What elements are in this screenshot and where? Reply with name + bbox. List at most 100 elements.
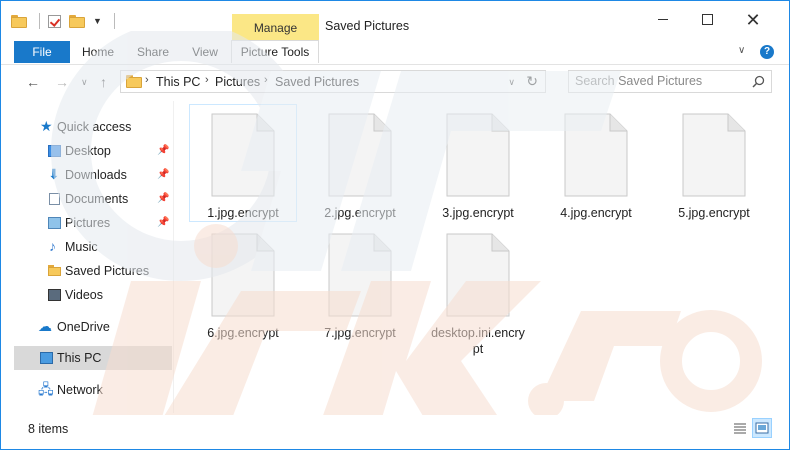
nav-item-network[interactable]: 🖧 Network — [14, 379, 172, 401]
file-name: 1.jpg.encrypt — [207, 206, 279, 220]
recent-locations-icon[interactable]: ∨ — [81, 77, 88, 88]
nav-item-label: Pictures — [65, 216, 111, 230]
tab-share[interactable]: Share — [134, 41, 172, 63]
nav-item-music[interactable]: ♪ Music — [14, 236, 172, 258]
manage-tab[interactable]: Manage — [232, 14, 319, 40]
breadcrumb-pictures[interactable]: Pictures — [215, 75, 260, 89]
minimize-button[interactable] — [640, 9, 686, 31]
file-item[interactable]: desktop.ini.encrypt — [425, 225, 531, 356]
file-icon — [446, 233, 510, 317]
star-icon: ★ — [40, 118, 53, 134]
ribbon-tabs: File Home Share View Picture Tools ∨ ? — [1, 40, 789, 65]
up-arrow-icon[interactable]: ↑ — [100, 74, 107, 90]
file-name: 5.jpg.encrypt — [678, 206, 750, 220]
quick-access-toolbar: ▼ — [11, 13, 115, 29]
nav-item-onedrive[interactable]: ☁ OneDrive — [14, 316, 172, 338]
file-item[interactable]: 3.jpg.encrypt — [425, 105, 531, 221]
tab-view[interactable]: View — [186, 41, 224, 63]
nav-item-desktop[interactable]: Desktop 📌 — [14, 140, 172, 162]
file-item[interactable]: 7.jpg.encrypt — [307, 225, 413, 341]
download-icon: ⬇ — [48, 166, 60, 182]
folder-icon — [48, 265, 61, 277]
nav-item-label: Saved Pictures — [65, 264, 150, 278]
title-bar: ▼ Manage Saved Pictures ✕ — [1, 1, 789, 40]
tab-home[interactable]: Home — [77, 41, 119, 63]
search-input[interactable] — [575, 74, 745, 88]
nav-item-label: Downloads — [65, 168, 127, 182]
videos-icon — [48, 289, 61, 301]
cloud-icon: ☁ — [38, 318, 52, 334]
file-icon — [328, 113, 392, 197]
nav-item-label: Quick access — [57, 120, 132, 134]
refresh-icon[interactable]: ↻ — [526, 73, 538, 90]
search-icon[interactable] — [752, 75, 765, 88]
desktop-icon — [48, 145, 61, 157]
tab-file[interactable]: File — [14, 41, 70, 63]
nav-item-label: Desktop — [65, 144, 111, 158]
nav-quick-access[interactable]: ★ Quick access — [14, 116, 172, 138]
nav-item-videos[interactable]: Videos — [14, 284, 172, 306]
file-item[interactable]: 4.jpg.encrypt — [543, 105, 649, 221]
file-item[interactable]: 5.jpg.encrypt — [661, 105, 767, 221]
file-name: 2.jpg.encrypt — [324, 206, 396, 220]
nav-item-label: Music — [65, 240, 98, 254]
folder-icon — [126, 75, 142, 88]
maximize-button[interactable] — [684, 9, 730, 31]
file-name: 7.jpg.encrypt — [324, 326, 396, 340]
documents-icon — [49, 193, 60, 205]
nav-item-label: This PC — [57, 351, 102, 365]
address-bar[interactable]: › This PC › Pictures › Saved Pictures ∨ … — [120, 70, 546, 93]
explorer-window: ▼ Manage Saved Pictures ✕ File Home Shar… — [0, 0, 790, 450]
file-list: 1.jpg.encrypt 2.jpg.encrypt 3.jpg.encrypt 4… — [174, 101, 789, 413]
help-icon[interactable]: ? — [760, 45, 774, 59]
forward-arrow-icon[interactable]: → — [55, 74, 69, 90]
file-icon — [211, 233, 275, 317]
breadcrumb-this-pc[interactable]: This PC — [156, 75, 200, 89]
file-item[interactable]: 6.jpg.encrypt — [190, 225, 296, 341]
file-name: 6.jpg.encrypt — [207, 326, 279, 340]
toolbar-separator — [113, 13, 115, 29]
file-item[interactable]: 2.jpg.encrypt — [307, 105, 413, 221]
chevron-right-icon[interactable]: › — [205, 74, 209, 86]
tab-picture-tools[interactable]: Picture Tools — [231, 40, 319, 63]
music-icon: ♪ — [49, 238, 56, 254]
new-folder-icon[interactable] — [69, 14, 85, 28]
chevron-right-icon[interactable]: › — [264, 74, 268, 86]
large-icons-view-icon — [755, 422, 769, 434]
details-view-icon — [734, 423, 746, 434]
window-title: Saved Pictures — [325, 19, 410, 33]
properties-icon[interactable] — [48, 14, 61, 28]
pin-icon: 📌 — [157, 145, 170, 156]
pictures-icon — [48, 217, 61, 229]
nav-item-pictures[interactable]: Pictures 📌 — [14, 212, 172, 234]
search-box[interactable] — [568, 70, 772, 93]
file-name: 3.jpg.encrypt — [442, 206, 514, 220]
breadcrumb-saved-pictures[interactable]: Saved Pictures — [275, 75, 359, 89]
close-button[interactable]: ✕ — [730, 9, 776, 31]
address-dropdown-icon[interactable]: ∨ — [508, 77, 515, 88]
folder-icon — [11, 14, 27, 28]
computer-icon — [40, 352, 53, 364]
address-row: ← → ∨ ↑ › This PC › Pictures › Saved Pic… — [1, 65, 789, 99]
nav-item-label: Videos — [65, 288, 103, 302]
back-arrow-icon[interactable]: ← — [26, 74, 40, 90]
nav-item-saved-pictures[interactable]: Saved Pictures — [14, 260, 172, 282]
chevron-right-icon[interactable]: › — [145, 74, 149, 86]
details-view-button[interactable] — [730, 418, 750, 438]
nav-item-downloads[interactable]: ⬇ Downloads 📌 — [14, 164, 172, 186]
nav-item-label: Network — [57, 383, 103, 397]
pin-icon: 📌 — [157, 217, 170, 228]
pin-icon: 📌 — [157, 193, 170, 204]
toolbar-separator — [39, 13, 40, 29]
large-icons-view-button[interactable] — [752, 418, 772, 438]
customize-toolbar-icon[interactable]: ▼ — [93, 16, 102, 26]
status-bar: 8 items — [1, 415, 789, 449]
navigation-pane: ★ Quick access Desktop 📌 ⬇ Downloads 📌 D… — [14, 101, 172, 413]
pin-icon: 📌 — [157, 169, 170, 180]
close-icon: ✕ — [745, 10, 761, 30]
file-item[interactable]: 1.jpg.encrypt — [189, 104, 297, 222]
nav-item-documents[interactable]: Documents 📌 — [14, 188, 172, 210]
nav-item-this-pc[interactable]: This PC — [14, 346, 172, 370]
expand-ribbon-icon[interactable]: ∨ — [738, 45, 745, 56]
nav-item-label: Documents — [65, 192, 129, 206]
